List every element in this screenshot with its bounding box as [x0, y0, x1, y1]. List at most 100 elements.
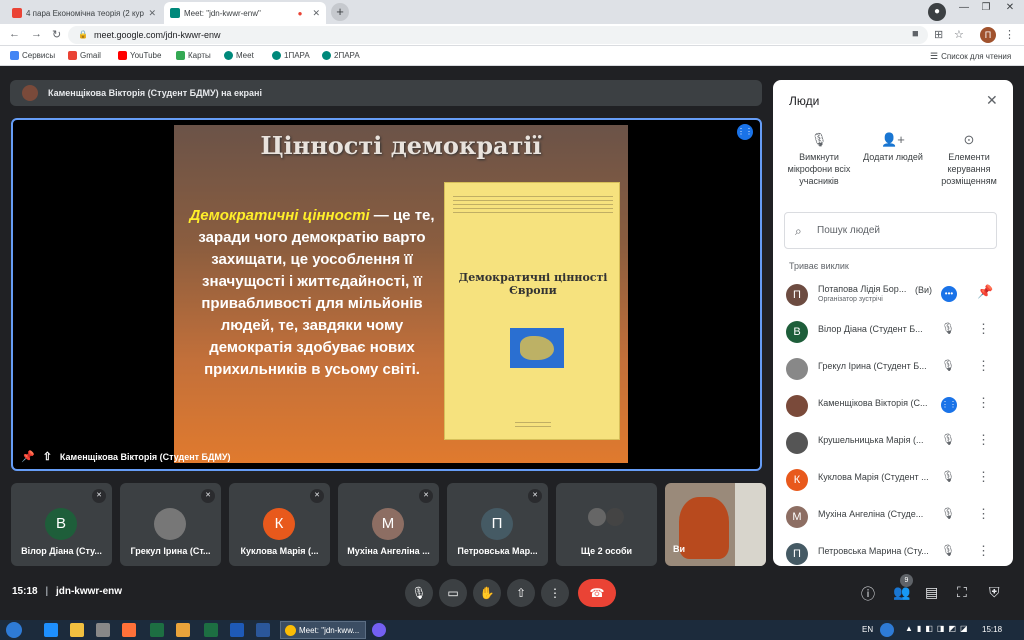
more-icon[interactable]: ⋮: [977, 321, 990, 337]
participant-row[interactable]: К Куклова Марія (Студент ... 🎙 ⋮: [773, 461, 1013, 498]
meet-icon: [272, 51, 281, 60]
mute-all-button[interactable]: 🎙 Вимкнути мікрофони всіх учасників: [781, 133, 857, 187]
bookmark-2para[interactable]: 2ПАРА: [322, 51, 360, 60]
pin-icon[interactable]: 📌: [21, 450, 35, 463]
participant-row[interactable]: М Мухіна Ангеліна (Студе... 🎙 ⋮: [773, 498, 1013, 535]
app-icon[interactable]: [230, 623, 244, 637]
tab-gmail[interactable]: 4 пара Економічна теорія (2 кур ✕: [6, 2, 162, 24]
more-icon[interactable]: ⋮: [977, 469, 990, 485]
profile-avatar[interactable]: П: [980, 27, 996, 43]
participant-row[interactable]: Каменщікова Вікторія (С... ⋮⋮ ⋮: [773, 387, 1013, 424]
self-label: Ви: [673, 544, 686, 554]
host-controls-icon[interactable]: ⛨: [989, 584, 1000, 601]
viber-icon[interactable]: [372, 623, 386, 637]
meet-icon: [170, 8, 180, 18]
bookmark-label: Карты: [188, 51, 211, 60]
taskbar-chrome-window[interactable]: Meet: "jdn-kww...: [280, 621, 366, 639]
action-label: Додати людей: [863, 152, 923, 162]
mic-button[interactable]: 🎙: [405, 579, 433, 607]
more-options-button[interactable]: ⋮: [541, 579, 569, 607]
bookmark-gmail[interactable]: Gmail: [68, 51, 101, 60]
bookmark-maps[interactable]: Карты: [176, 51, 211, 60]
more-icon[interactable]: ⋮: [977, 358, 990, 374]
maps-icon: [176, 51, 185, 60]
meet-icon: [322, 51, 331, 60]
tab-title: 4 пара Економічна теорія (2 кур: [26, 8, 144, 18]
camera-icon[interactable]: ■: [912, 28, 919, 40]
participant-tile[interactable]: ✕ П Петровська Мар...: [447, 483, 548, 566]
reload-icon[interactable]: ↻: [52, 28, 61, 41]
raise-hand-button[interactable]: ✋: [473, 579, 501, 607]
activities-icon[interactable]: ⛶: [957, 584, 967, 601]
add-people-button[interactable]: 👤+ Додати людей: [855, 133, 931, 163]
window-title: Meet: "jdn-kww...: [299, 626, 360, 635]
participant-row[interactable]: П Потапова Лідія Бор... (Ви) Організатор…: [773, 276, 1013, 313]
participant-row[interactable]: Крушельницька Марія (... 🎙 ⋮: [773, 424, 1013, 461]
bookmark-meet[interactable]: Meet: [224, 51, 254, 60]
main-presentation[interactable]: Цінності демократії Демократичні цінност…: [11, 118, 762, 471]
address-bar[interactable]: 🔒 meet.google.com/jdn-kwwr-enw: [68, 26, 928, 44]
excel-icon[interactable]: [204, 623, 218, 637]
participant-tile[interactable]: ✕ М Мухіна Ангеліна ...: [338, 483, 439, 566]
recording-icon: ●: [297, 8, 303, 18]
participant-name: Каменщікова Вікторія (С...: [818, 398, 928, 408]
chat-icon[interactable]: ▤: [925, 584, 938, 601]
pin-icon[interactable]: 📌: [977, 284, 993, 300]
reading-list[interactable]: ☰ Список для чтения: [930, 51, 1011, 62]
tab-meet[interactable]: Meet: "jdn-kwwr-enw" ● ✕: [164, 2, 326, 24]
participant-tile[interactable]: ✕ К Куклова Марія (...: [229, 483, 330, 566]
app-icon[interactable]: [176, 623, 190, 637]
translate-icon[interactable]: ⊞: [934, 28, 943, 41]
mic-icon: 🎙: [411, 586, 427, 600]
language-indicator[interactable]: EN: [862, 625, 873, 634]
self-view-tile[interactable]: Ви: [665, 483, 766, 566]
more-icon: ⋮: [549, 586, 561, 600]
excel-icon[interactable]: [150, 623, 164, 637]
close-icon[interactable]: ✕: [986, 92, 998, 109]
participant-tile[interactable]: ✕ Грекул Ірина (Ст...: [120, 483, 221, 566]
help-icon[interactable]: [880, 623, 894, 637]
host-controls-button[interactable]: ⊙ Елементи керування розміщенням: [929, 133, 1009, 187]
people-count-badge: 9: [900, 574, 913, 587]
new-tab-button[interactable]: +: [331, 3, 349, 21]
participant-row[interactable]: Грекул Ірина (Студент Б... 🎙 ⋮: [773, 350, 1013, 387]
more-icon[interactable]: ⋮: [977, 395, 990, 411]
bookmark-label: 1ПАРА: [284, 51, 310, 60]
bookmark-services[interactable]: Сервисы: [10, 51, 55, 60]
close-window-icon[interactable]: ✕: [996, 2, 1024, 13]
forward-icon[interactable]: →: [31, 28, 42, 40]
avatar: В: [786, 321, 808, 343]
info-icon[interactable]: ⓘ: [861, 584, 875, 604]
camera-button[interactable]: ▭: [439, 579, 467, 607]
more-icon[interactable]: •••: [941, 286, 957, 302]
more-participants-tile[interactable]: Ще 2 особи: [556, 483, 657, 566]
word-icon[interactable]: [256, 623, 270, 637]
participant-row[interactable]: П Петровська Марина (Сту... 🎙 ⋮: [773, 535, 1013, 566]
firefox-icon[interactable]: [122, 623, 136, 637]
more-icon[interactable]: ⋮: [977, 506, 990, 522]
bookmark-youtube[interactable]: YouTube: [118, 51, 161, 60]
more-icon[interactable]: ⋮: [977, 432, 990, 448]
present-button[interactable]: ⇧: [507, 579, 535, 607]
clock[interactable]: 15:18: [982, 625, 1002, 634]
participant-name: Грекул Ірина (Студент Б...: [818, 361, 927, 371]
tray-icons[interactable]: ▲▮◧◨◩◪: [905, 624, 972, 633]
menu-icon[interactable]: ⋮: [1004, 28, 1015, 41]
ie-icon[interactable]: [44, 623, 58, 637]
presenting-text: Каменщікова Вікторія (Студент БДМУ) на е…: [48, 88, 262, 98]
explorer-icon[interactable]: [70, 623, 84, 637]
media-icon[interactable]: [96, 623, 110, 637]
star-icon[interactable]: ☆: [954, 28, 964, 41]
end-call-button[interactable]: ☎: [578, 579, 616, 607]
back-icon[interactable]: ←: [9, 28, 20, 40]
bookmark-1para[interactable]: 1ПАРА: [272, 51, 310, 60]
close-icon[interactable]: ✕: [148, 8, 156, 19]
download-icon[interactable]: ●: [928, 3, 946, 21]
more-icon[interactable]: ⋮: [977, 543, 990, 559]
participant-row[interactable]: В Вілор Діана (Студент Б... 🎙 ⋮: [773, 313, 1013, 350]
start-icon[interactable]: [6, 622, 22, 638]
close-icon[interactable]: ✕: [312, 8, 320, 19]
participant-tile[interactable]: ✕ В Вілор Діана (Сту...: [11, 483, 112, 566]
avatar: М: [786, 506, 808, 528]
search-people-input[interactable]: ⌕ Пошук людей: [784, 212, 997, 249]
